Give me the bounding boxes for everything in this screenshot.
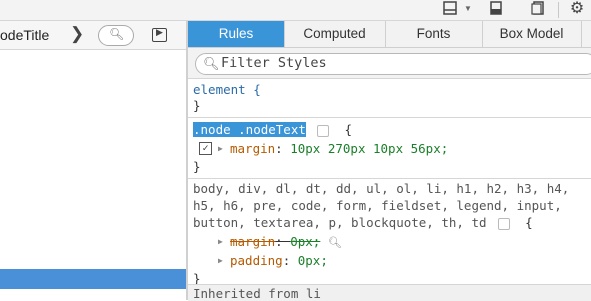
- property-value[interactable]: 0px;: [298, 253, 328, 268]
- property-declaration-overridden: margin: 0px; 🔍︎: [230, 234, 342, 249]
- property-name[interactable]: margin: [230, 234, 275, 249]
- filter-placeholder: Filter Styles: [221, 55, 327, 71]
- search-icon: 🔍︎: [109, 27, 125, 41]
- filter-bar: 🔍︎ Filter Styles: [188, 48, 591, 79]
- rule-selector-line: .node .nodeText {: [193, 122, 352, 137]
- tab-fonts[interactable]: Fonts: [385, 21, 483, 47]
- markup-panel: odeTitle ❯ 🔍︎ ▶: [0, 21, 186, 300]
- property-name[interactable]: padding: [230, 253, 283, 268]
- rule-settings-icon[interactable]: [498, 217, 511, 230]
- inherited-header: Inherited from li: [188, 284, 591, 301]
- gear-icon[interactable]: ⚙: [569, 1, 585, 17]
- tab-computed[interactable]: Computed: [284, 21, 386, 47]
- breadcrumb-item[interactable]: odeTitle: [0, 27, 49, 43]
- expand-triangle-icon[interactable]: ▶: [218, 256, 223, 265]
- rule-selector-line-1[interactable]: body, div, dl, dt, dd, ul, ol, li, h1, h…: [193, 181, 569, 196]
- search-icon[interactable]: 🔍︎: [328, 236, 342, 249]
- inherited-label: Inherited from li: [193, 286, 321, 301]
- expand-triangle-icon[interactable]: ▶: [218, 144, 223, 153]
- rule-selector-line-2[interactable]: h5, h6, pre, code, form, fieldset, legen…: [193, 198, 562, 213]
- tab-bar: Rules Computed Fonts Box Model: [188, 21, 591, 48]
- expand-triangle-icon[interactable]: ▶: [218, 237, 223, 246]
- divider: [188, 178, 591, 179]
- property-checkbox[interactable]: ✓: [199, 142, 212, 155]
- rule-selector[interactable]: .node .nodeText: [193, 122, 306, 137]
- layout-icon[interactable]: [442, 1, 458, 17]
- rule-selector[interactable]: button, textarea, p, blockquote, th, td: [193, 215, 487, 230]
- rule-user-agent: body, div, dl, dt, dd, ul, ol, li, h1, h…: [188, 180, 591, 286]
- breadcrumb-search-button[interactable]: 🔍︎: [98, 25, 134, 46]
- chevron-right-icon[interactable]: ❯: [70, 24, 84, 44]
- rule-node-text: .node .nodeText { ✓ ▶ margin: 10px 270px…: [188, 120, 591, 177]
- property-value[interactable]: 10px 270px 10px 56px;: [290, 141, 448, 156]
- top-toolbar: ▼ ⚙: [0, 0, 591, 21]
- tab-box-model[interactable]: Box Model: [482, 21, 582, 47]
- rule-element: element { }: [188, 80, 591, 116]
- property-value[interactable]: 0px;: [290, 234, 320, 249]
- property-name[interactable]: margin: [230, 141, 275, 156]
- rule-settings-icon[interactable]: [317, 124, 330, 137]
- tab-rules[interactable]: Rules: [188, 21, 285, 47]
- rule-close-brace: }: [193, 159, 201, 174]
- rule-selector-line-3: button, textarea, p, blockquote, th, td …: [193, 215, 533, 230]
- rule-open-brace: {: [344, 122, 353, 137]
- divider: [188, 117, 591, 118]
- search-icon: 🔍︎: [203, 56, 220, 71]
- rule-open-brace: {: [525, 215, 533, 230]
- chevron-down-icon[interactable]: ▼: [460, 1, 476, 17]
- selected-node-row[interactable]: [0, 269, 186, 289]
- panel-toggle-icon[interactable]: ▶: [152, 27, 167, 42]
- filter-styles-input[interactable]: 🔍︎ Filter Styles: [195, 53, 591, 75]
- styles-panel: Rules Computed Fonts Box Model 🔍︎ Filter…: [188, 21, 591, 301]
- rule-close-brace: }: [193, 98, 201, 113]
- toolbar-divider: [558, 2, 559, 18]
- rule-selector[interactable]: element {: [193, 82, 261, 97]
- breadcrumb: odeTitle ❯ 🔍︎ ▶: [0, 21, 186, 50]
- property-declaration: margin: 10px 270px 10px 56px;: [230, 141, 449, 156]
- pages-icon[interactable]: [530, 1, 546, 17]
- dock-icon[interactable]: [488, 1, 504, 17]
- property-declaration: padding: 0px;: [230, 253, 328, 268]
